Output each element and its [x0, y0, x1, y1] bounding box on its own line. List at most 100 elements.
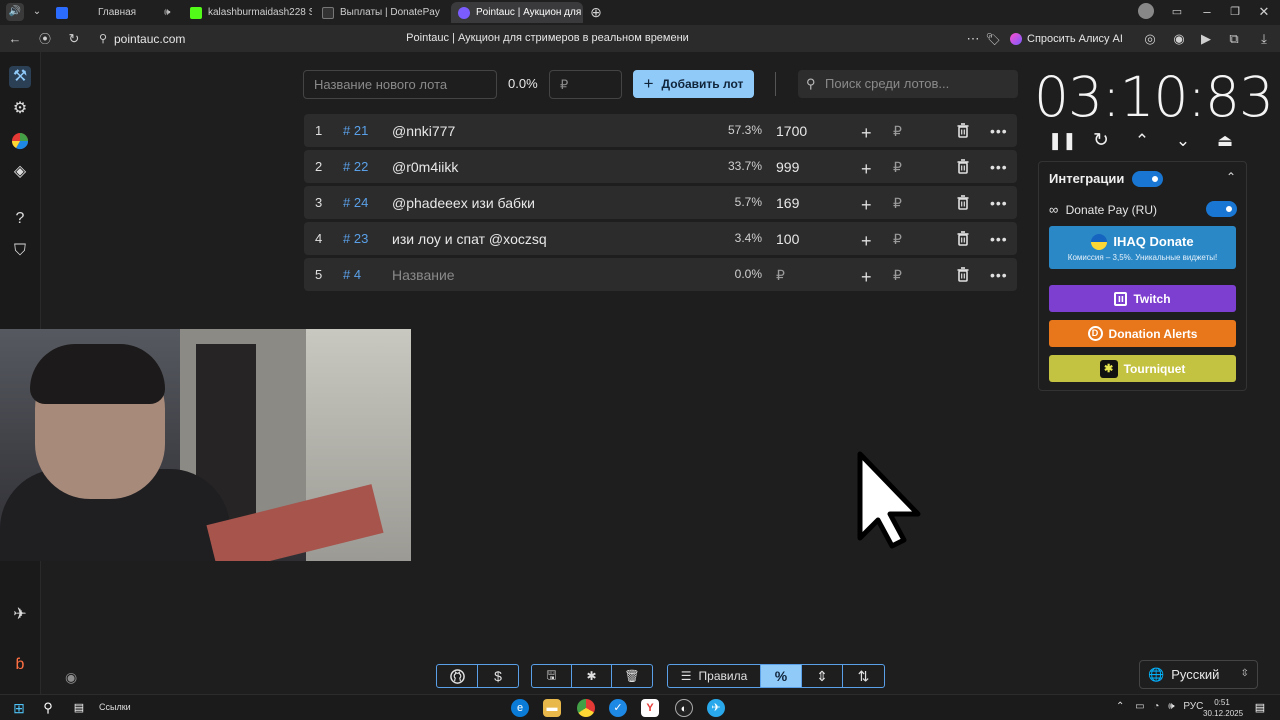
links-toolbar[interactable]: Ссылки: [99, 702, 131, 712]
lot-name[interactable]: @phadeeex изи бабки: [392, 195, 535, 211]
trash-icon[interactable]: [956, 159, 970, 177]
bug-icon[interactable]: ✱: [572, 665, 612, 687]
yandex-browser-icon[interactable]: Y: [641, 699, 659, 717]
twitch-button[interactable]: ıı Twitch: [1049, 285, 1236, 312]
windows-start-icon[interactable]: ⊞: [10, 699, 28, 717]
speaker-icon[interactable]: 🔊: [6, 3, 24, 21]
chevron-down-icon[interactable]: ⌄: [28, 3, 46, 21]
folder-icon[interactable]: ▬: [543, 699, 561, 717]
donatepay-toggle[interactable]: [1206, 201, 1237, 217]
add-amount-icon[interactable]: +: [861, 231, 872, 252]
wifi-icon[interactable]: ◔: [1153, 701, 1159, 712]
sort-icon[interactable]: ⇅: [843, 665, 884, 687]
more-icon[interactable]: •••: [990, 231, 1008, 247]
clock[interactable]: 0:51 30.12.2025: [1203, 697, 1243, 719]
trash-icon[interactable]: [956, 195, 970, 213]
downloads-icon[interactable]: ⤓: [1255, 30, 1273, 48]
pause-icon[interactable]: ❚❚: [1048, 129, 1077, 153]
dollar-icon[interactable]: $: [478, 665, 518, 687]
extension-icon[interactable]: ◉: [1170, 30, 1188, 48]
bookmark-icon[interactable]: 🏷: [984, 30, 1002, 48]
ruble-input[interactable]: ₽: [893, 195, 902, 212]
lot-name[interactable]: @r0m4iikk: [392, 159, 458, 175]
more-icon[interactable]: •••: [990, 123, 1008, 139]
trash-icon[interactable]: [956, 231, 970, 249]
boosty-icon[interactable]: ɓ: [9, 654, 31, 676]
save-icon[interactable]: 🖫: [532, 665, 572, 687]
more-icon[interactable]: •••: [990, 195, 1008, 211]
chevron-down-icon[interactable]: ⌄: [1171, 129, 1195, 153]
edge-icon[interactable]: e: [511, 699, 529, 717]
wheel-icon[interactable]: [9, 130, 31, 152]
chevron-up-icon[interactable]: ⌃: [1116, 701, 1124, 712]
trash-icon[interactable]: [956, 267, 970, 285]
more-icon[interactable]: ⋯: [964, 30, 982, 48]
telegram-icon[interactable]: ✈: [9, 604, 31, 626]
restore-icon[interactable]: ❐: [1226, 3, 1244, 21]
search-input[interactable]: ⚲ Поиск среди лотов...: [798, 70, 1018, 98]
tab-pointauc[interactable]: Pointauc | Аукцион для ✕: [451, 2, 583, 23]
tourniquet-button[interactable]: ✱ Tourniquet: [1049, 355, 1236, 382]
eject-icon[interactable]: ⏏: [1213, 129, 1237, 153]
add-amount-icon[interactable]: +: [861, 159, 872, 180]
layers-icon[interactable]: ◈: [9, 161, 31, 183]
lot-amount[interactable]: 169: [776, 195, 799, 211]
task-view-icon[interactable]: ▤: [70, 699, 88, 717]
tab-donatepay[interactable]: Выплаты | DonatePay: [322, 2, 446, 23]
add-amount-icon[interactable]: +: [861, 267, 872, 288]
ruble-input[interactable]: ₽: [893, 231, 902, 248]
close-icon[interactable]: 🕪: [164, 7, 170, 18]
play-icon[interactable]: ▶: [1197, 30, 1215, 48]
app-icon[interactable]: ✓: [609, 699, 627, 717]
github-icon[interactable]: [437, 665, 478, 687]
language-select[interactable]: 🌐 Русский ⇳: [1139, 660, 1258, 689]
lot-amount[interactable]: ₽: [776, 267, 785, 284]
add-amount-icon[interactable]: +: [861, 123, 872, 144]
chevron-up-icon[interactable]: ⌃: [1130, 129, 1154, 153]
telegram-icon[interactable]: ✈: [707, 699, 725, 717]
volume-icon[interactable]: 🕪: [1168, 701, 1174, 712]
bookmarks-icon[interactable]: ▭: [1168, 3, 1186, 21]
ruble-input[interactable]: ₽: [893, 267, 902, 284]
add-lot-button[interactable]: + Добавить лот: [633, 70, 754, 98]
translate-icon[interactable]: ◎: [1141, 30, 1159, 48]
tab-kick[interactable]: kalashburmaidash228 Stre: [190, 2, 312, 23]
obs-icon[interactable]: ◐: [675, 699, 693, 717]
minimize-icon[interactable]: –: [1198, 3, 1216, 21]
percent-toggle[interactable]: %: [761, 665, 802, 687]
search-icon[interactable]: ⚲: [39, 699, 57, 717]
alice-ai-button[interactable]: Спросить Алису AI: [1010, 29, 1123, 48]
lot-amount[interactable]: 999: [776, 159, 799, 175]
shield-icon[interactable]: ⛉: [9, 240, 31, 262]
lot-name[interactable]: изи лоу и спат @xoczsq: [392, 231, 547, 247]
chevron-up-icon[interactable]: ⌃: [1226, 170, 1236, 184]
donation-alerts-button[interactable]: D Donation Alerts: [1049, 320, 1236, 347]
lot-name[interactable]: @nnki777: [392, 123, 455, 139]
screenshot-icon[interactable]: ⧉: [1225, 30, 1243, 48]
clear-icon[interactable]: 🗑: [612, 665, 652, 687]
rules-button[interactable]: ☰ Правила: [668, 665, 761, 687]
help-icon[interactable]: ?: [9, 208, 31, 230]
compress-icon[interactable]: ⇕: [802, 665, 843, 687]
avatar[interactable]: [1138, 3, 1154, 19]
notifications-icon[interactable]: ▤: [1251, 699, 1269, 717]
trash-icon[interactable]: [956, 123, 970, 141]
reset-icon[interactable]: ↻: [1089, 129, 1113, 153]
lot-amount[interactable]: 1700: [776, 123, 807, 139]
chrome-icon[interactable]: [577, 699, 595, 717]
input-language[interactable]: РУС: [1183, 701, 1203, 712]
lot-name[interactable]: Название: [392, 267, 455, 283]
auction-icon[interactable]: ⚒: [9, 66, 31, 88]
network-icon[interactable]: ▭: [1135, 701, 1144, 712]
new-tab-icon[interactable]: ⊕: [587, 3, 605, 21]
ihaq-donate-button[interactable]: IHAQ Donate Комиссия – 3,5%. Уникальные …: [1049, 226, 1236, 269]
close-window-icon[interactable]: ✕: [1255, 3, 1273, 21]
lot-amount-input[interactable]: ₽: [549, 70, 622, 99]
gear-icon[interactable]: ⚙: [9, 98, 31, 120]
tab-home[interactable]: Главная 🕪 ✕: [56, 2, 176, 23]
eye-icon[interactable]: ◉: [65, 669, 77, 686]
add-amount-icon[interactable]: +: [861, 195, 872, 216]
more-icon[interactable]: •••: [990, 159, 1008, 175]
lot-name-input[interactable]: Название нового лота: [303, 70, 497, 99]
ruble-input[interactable]: ₽: [893, 123, 902, 140]
